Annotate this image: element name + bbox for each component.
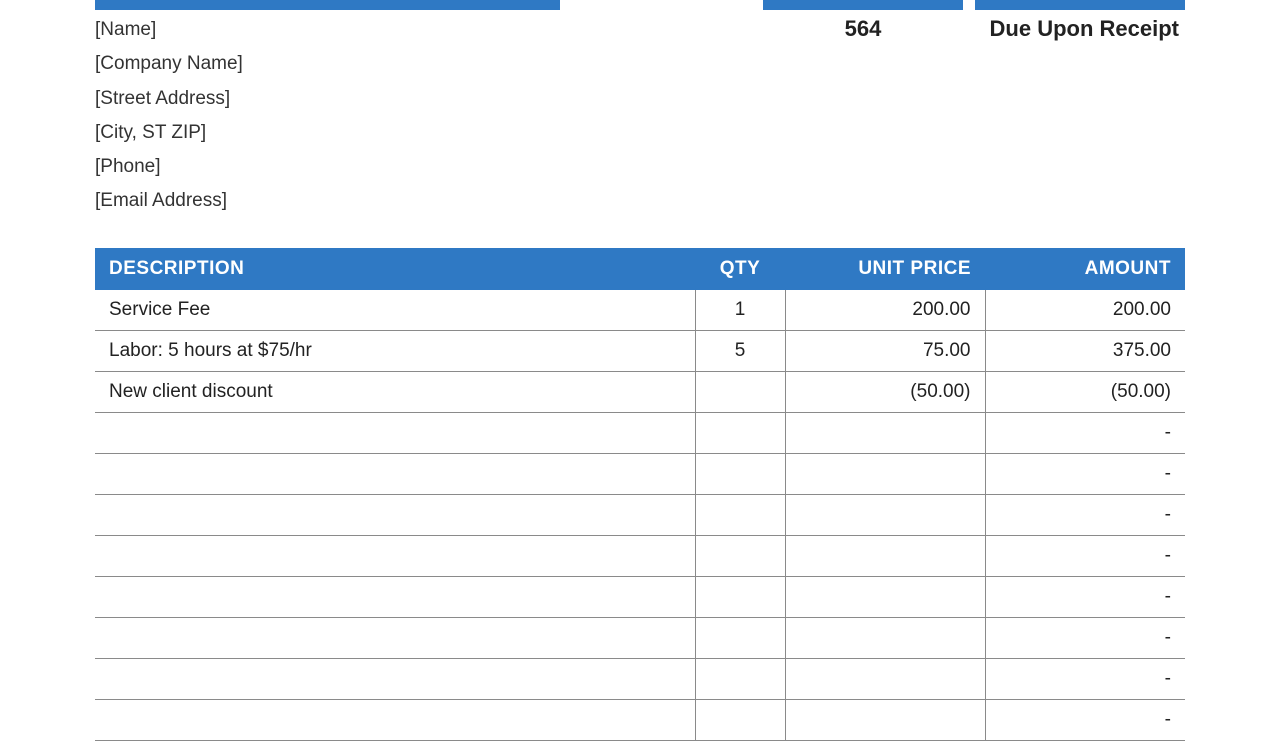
line-unit-price [785, 658, 985, 699]
line-unit-price [785, 535, 985, 576]
line-qty [695, 412, 785, 453]
line-qty [695, 453, 785, 494]
invoice-terms: Due Upon Receipt [975, 14, 1185, 220]
line-description [95, 412, 695, 453]
line-amount: 375.00 [985, 330, 1185, 371]
line-amount: - [985, 494, 1185, 535]
line-unit-price [785, 453, 985, 494]
invoice-page: [Name] [Company Name] [Street Address] [… [95, 0, 1185, 741]
header-bars [95, 0, 1185, 10]
line-qty [695, 576, 785, 617]
line-qty [695, 371, 785, 412]
col-amount: AMOUNT [985, 248, 1185, 290]
col-unit-price: UNIT PRICE [785, 248, 985, 290]
table-row: - [95, 494, 1185, 535]
line-description: New client discount [95, 371, 695, 412]
line-unit-price [785, 576, 985, 617]
table-row: Service Fee1200.00200.00 [95, 290, 1185, 331]
line-description: Labor: 5 hours at $75/hr [95, 330, 695, 371]
line-qty [695, 617, 785, 658]
table-header-row: DESCRIPTION QTY UNIT PRICE AMOUNT [95, 248, 1185, 290]
line-amount: (50.00) [985, 371, 1185, 412]
table-row: - [95, 412, 1185, 453]
col-qty: QTY [695, 248, 785, 290]
invoice-number: 564 [763, 14, 963, 220]
table-row: - [95, 617, 1185, 658]
line-qty: 1 [695, 290, 785, 331]
terms-header-bar [975, 0, 1185, 10]
line-unit-price [785, 494, 985, 535]
bill-to-email: [Email Address] [95, 185, 560, 217]
line-amount: - [985, 412, 1185, 453]
table-row: New client discount (50.00)(50.00) [95, 371, 1185, 412]
line-description [95, 453, 695, 494]
line-description [95, 576, 695, 617]
line-description [95, 658, 695, 699]
table-row: - [95, 535, 1185, 576]
table-row: Labor: 5 hours at $75/hr575.00375.00 [95, 330, 1185, 371]
line-qty [695, 658, 785, 699]
line-qty [695, 494, 785, 535]
line-items-table: DESCRIPTION QTY UNIT PRICE AMOUNT Servic… [95, 248, 1185, 741]
line-description [95, 617, 695, 658]
table-row: - [95, 576, 1185, 617]
bill-to-header-bar [95, 0, 560, 10]
line-description: Service Fee [95, 290, 695, 331]
line-qty: 5 [695, 330, 785, 371]
bill-to-city: [City, ST ZIP] [95, 117, 560, 149]
bill-to-name: [Name] [95, 14, 560, 46]
bill-to-phone: [Phone] [95, 151, 560, 183]
table-row: - [95, 453, 1185, 494]
line-unit-price [785, 617, 985, 658]
bill-to-company: [Company Name] [95, 48, 560, 80]
line-amount: - [985, 535, 1185, 576]
line-amount: - [985, 453, 1185, 494]
line-amount: 200.00 [985, 290, 1185, 331]
line-unit-price: 200.00 [785, 290, 985, 331]
col-description: DESCRIPTION [95, 248, 695, 290]
line-qty [695, 535, 785, 576]
line-description [95, 535, 695, 576]
line-unit-price [785, 412, 985, 453]
bill-to-block: [Name] [Company Name] [Street Address] [… [95, 14, 560, 220]
line-amount: - [985, 576, 1185, 617]
line-description [95, 494, 695, 535]
bill-to-street: [Street Address] [95, 83, 560, 115]
line-unit-price: (50.00) [785, 371, 985, 412]
invoice-number-header-bar [763, 0, 963, 10]
invoice-meta: [Name] [Company Name] [Street Address] [… [95, 14, 1185, 220]
table-row: - [95, 658, 1185, 699]
line-amount: - [985, 617, 1185, 658]
line-unit-price: 75.00 [785, 330, 985, 371]
line-amount: - [985, 658, 1185, 699]
